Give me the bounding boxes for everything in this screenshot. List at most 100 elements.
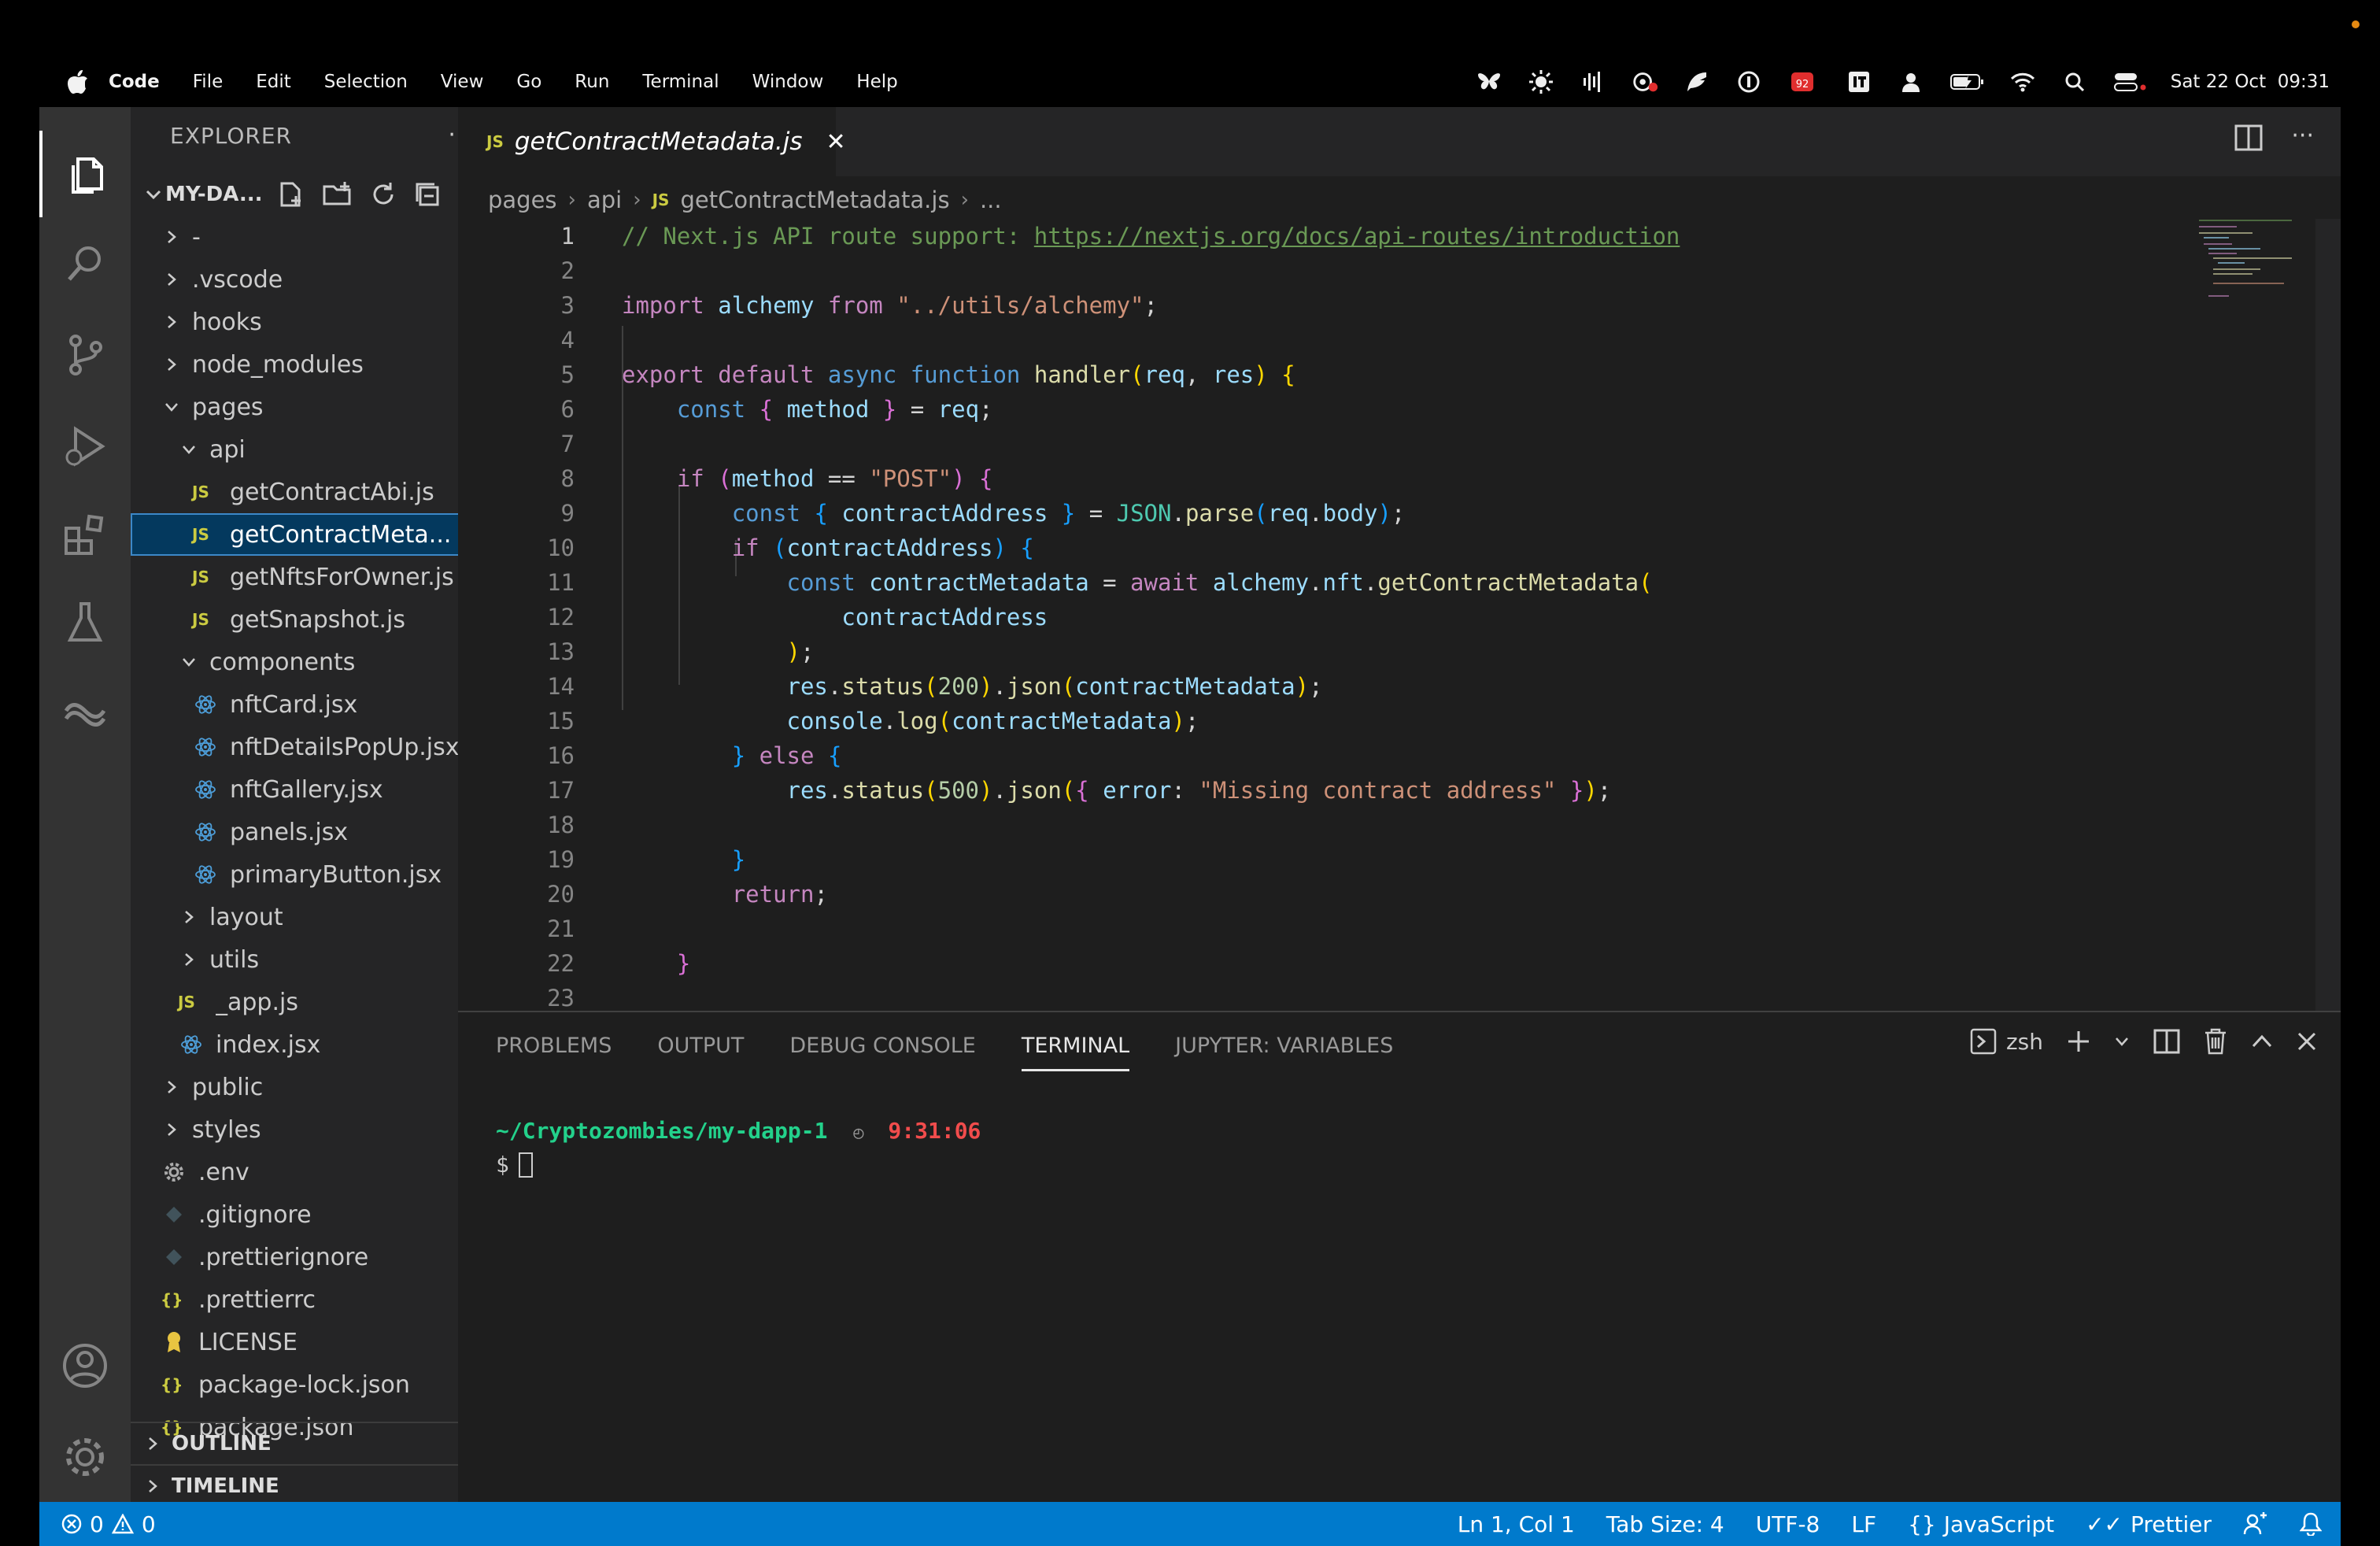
tree-item[interactable]: .prettierignore: [131, 1236, 477, 1278]
feedback-icon[interactable]: [2243, 1512, 2268, 1536]
editor-tab-active[interactable]: JS getContractMetadata.js ✕: [458, 107, 846, 176]
refresh-icon[interactable]: [370, 180, 397, 209]
tree-item[interactable]: JS _app.js: [131, 981, 477, 1023]
close-icon[interactable]: ✕: [826, 128, 846, 156]
control-center-icon[interactable]: [2112, 68, 2147, 96]
tab-debug-console[interactable]: DEBUG CONSOLE: [789, 1034, 975, 1058]
prettier-status[interactable]: ✓✓ Prettier: [2086, 1511, 2212, 1537]
terminal[interactable]: ~/Cryptozombies/my-dapp-1 ◴ 9:31:06 $: [496, 1118, 981, 1178]
more-actions-icon[interactable]: ···: [2291, 124, 2314, 151]
tab-terminal[interactable]: TERMINAL: [1021, 1019, 1130, 1071]
menu-file[interactable]: File: [193, 72, 224, 92]
wifi-icon[interactable]: [2009, 68, 2037, 96]
menu-run[interactable]: Run: [575, 72, 609, 92]
breadcrumb-item[interactable]: ...: [980, 187, 1002, 213]
audio-waveform-icon[interactable]: [1579, 68, 1607, 96]
input-method-icon[interactable]: [1845, 68, 1873, 96]
breadcrumb-item[interactable]: getContractMetadata.js: [680, 187, 949, 213]
tree-item[interactable]: primaryButton.jsx: [131, 853, 477, 896]
battery-icon[interactable]: [1949, 68, 1985, 96]
tree-item[interactable]: nftGallery.jsx: [131, 768, 477, 811]
tree-item[interactable]: components: [131, 641, 477, 683]
feather-icon[interactable]: [1683, 68, 1711, 96]
menu-terminal[interactable]: Terminal: [642, 72, 719, 92]
remote-activity[interactable]: [39, 668, 131, 754]
tree-item[interactable]: JS getNftsForOwner.js: [131, 556, 477, 598]
tree-item[interactable]: -: [131, 216, 477, 258]
tab-jupyter-variables[interactable]: JUPYTER: VARIABLES: [1175, 1034, 1393, 1058]
tree-item[interactable]: {} package-lock.json: [131, 1363, 477, 1406]
breadcrumb-item[interactable]: api: [587, 187, 622, 213]
trash-icon[interactable]: [2204, 1028, 2227, 1055]
tab-output[interactable]: OUTPUT: [657, 1034, 744, 1058]
tree-item[interactable]: nftDetailsPopUp.jsx: [131, 726, 477, 768]
explorer-activity[interactable]: [39, 131, 131, 217]
accounts-activity[interactable]: [39, 1322, 131, 1409]
breadcrumb-item[interactable]: pages: [488, 187, 557, 213]
menu-code[interactable]: Code: [109, 72, 160, 92]
tree-item[interactable]: .vscode: [131, 258, 477, 301]
tree-item[interactable]: layout: [131, 896, 477, 938]
testing-activity[interactable]: [39, 579, 131, 666]
new-file-icon[interactable]: [277, 180, 305, 209]
tree-item[interactable]: nftCard.jsx: [131, 683, 477, 726]
menu-window[interactable]: Window: [752, 72, 824, 92]
butterfly-icon[interactable]: [1475, 68, 1503, 96]
menu-edit[interactable]: Edit: [256, 72, 291, 92]
tree-item-selected[interactable]: JS getContractMeta...: [131, 513, 477, 556]
timeline-section-header[interactable]: TIMELINE: [131, 1464, 497, 1507]
editor-scrollbar[interactable]: [2315, 219, 2341, 1011]
tree-item[interactable]: hooks: [131, 301, 477, 343]
extensions-activity[interactable]: [39, 491, 131, 578]
split-terminal-icon[interactable]: [2153, 1029, 2180, 1054]
spotlight-search-icon[interactable]: [2060, 68, 2089, 96]
new-folder-icon[interactable]: [323, 180, 353, 209]
sun-icon[interactable]: [1527, 68, 1555, 96]
tree-item[interactable]: JS getSnapshot.js: [131, 598, 477, 641]
tree-item[interactable]: styles: [131, 1108, 477, 1151]
onepassword-icon[interactable]: [1735, 68, 1763, 96]
encoding[interactable]: UTF-8: [1756, 1511, 1820, 1537]
tree-item[interactable]: LICENSE: [131, 1321, 477, 1363]
tree-item[interactable]: utils: [131, 938, 477, 981]
tree-item[interactable]: public: [131, 1066, 477, 1108]
menu-help[interactable]: Help: [856, 72, 897, 92]
calendar-badge-icon[interactable]: 92: [1787, 68, 1821, 96]
cursor-position[interactable]: Ln 1, Col 1: [1458, 1511, 1575, 1537]
menubar-clock[interactable]: Sat 22 Oct 09:31: [2171, 72, 2330, 92]
bell-icon[interactable]: [2300, 1512, 2322, 1536]
search-activity[interactable]: [39, 220, 131, 307]
menu-go[interactable]: Go: [516, 72, 541, 92]
apple-icon[interactable]: [65, 69, 91, 94]
workspace-folder-header[interactable]: MY-DA...: [131, 175, 497, 214]
problems-status[interactable]: 0 0: [61, 1511, 156, 1537]
plus-icon[interactable]: [2067, 1030, 2090, 1053]
cloud-sync-icon[interactable]: [1631, 68, 1659, 96]
menu-selection[interactable]: Selection: [324, 72, 408, 92]
split-editor-icon[interactable]: [2234, 124, 2263, 151]
chevron-up-icon[interactable]: [2251, 1034, 2273, 1049]
tab-size[interactable]: Tab Size: 4: [1606, 1511, 1724, 1537]
tree-item[interactable]: .env: [131, 1151, 477, 1193]
chevron-down-icon[interactable]: [2114, 1034, 2130, 1049]
manage-activity[interactable]: [39, 1414, 131, 1500]
end-of-line[interactable]: LF: [1851, 1511, 1876, 1537]
tree-item[interactable]: panels.jsx: [131, 811, 477, 853]
user-icon[interactable]: [1897, 68, 1925, 96]
tree-item[interactable]: pages: [131, 386, 477, 428]
collapse-all-icon[interactable]: [414, 180, 441, 209]
tree-item[interactable]: api: [131, 428, 477, 471]
outline-section-header[interactable]: OUTLINE: [131, 1422, 497, 1464]
close-icon[interactable]: [2297, 1031, 2317, 1052]
source-control-activity[interactable]: [39, 312, 131, 398]
tree-item[interactable]: node_modules: [131, 343, 477, 386]
tree-item[interactable]: index.jsx: [131, 1023, 477, 1066]
menu-view[interactable]: View: [441, 72, 484, 92]
tree-item[interactable]: JS getContractAbi.js: [131, 471, 477, 513]
tree-item[interactable]: {} .prettierrc: [131, 1278, 477, 1321]
language-mode[interactable]: {} JavaScript: [1908, 1511, 2054, 1537]
code-editor[interactable]: 1// Next.js API route support: https://n…: [458, 219, 2341, 1012]
run-debug-activity[interactable]: [39, 403, 131, 490]
tree-item[interactable]: .gitignore: [131, 1193, 477, 1236]
tab-problems[interactable]: PROBLEMS: [496, 1034, 612, 1058]
